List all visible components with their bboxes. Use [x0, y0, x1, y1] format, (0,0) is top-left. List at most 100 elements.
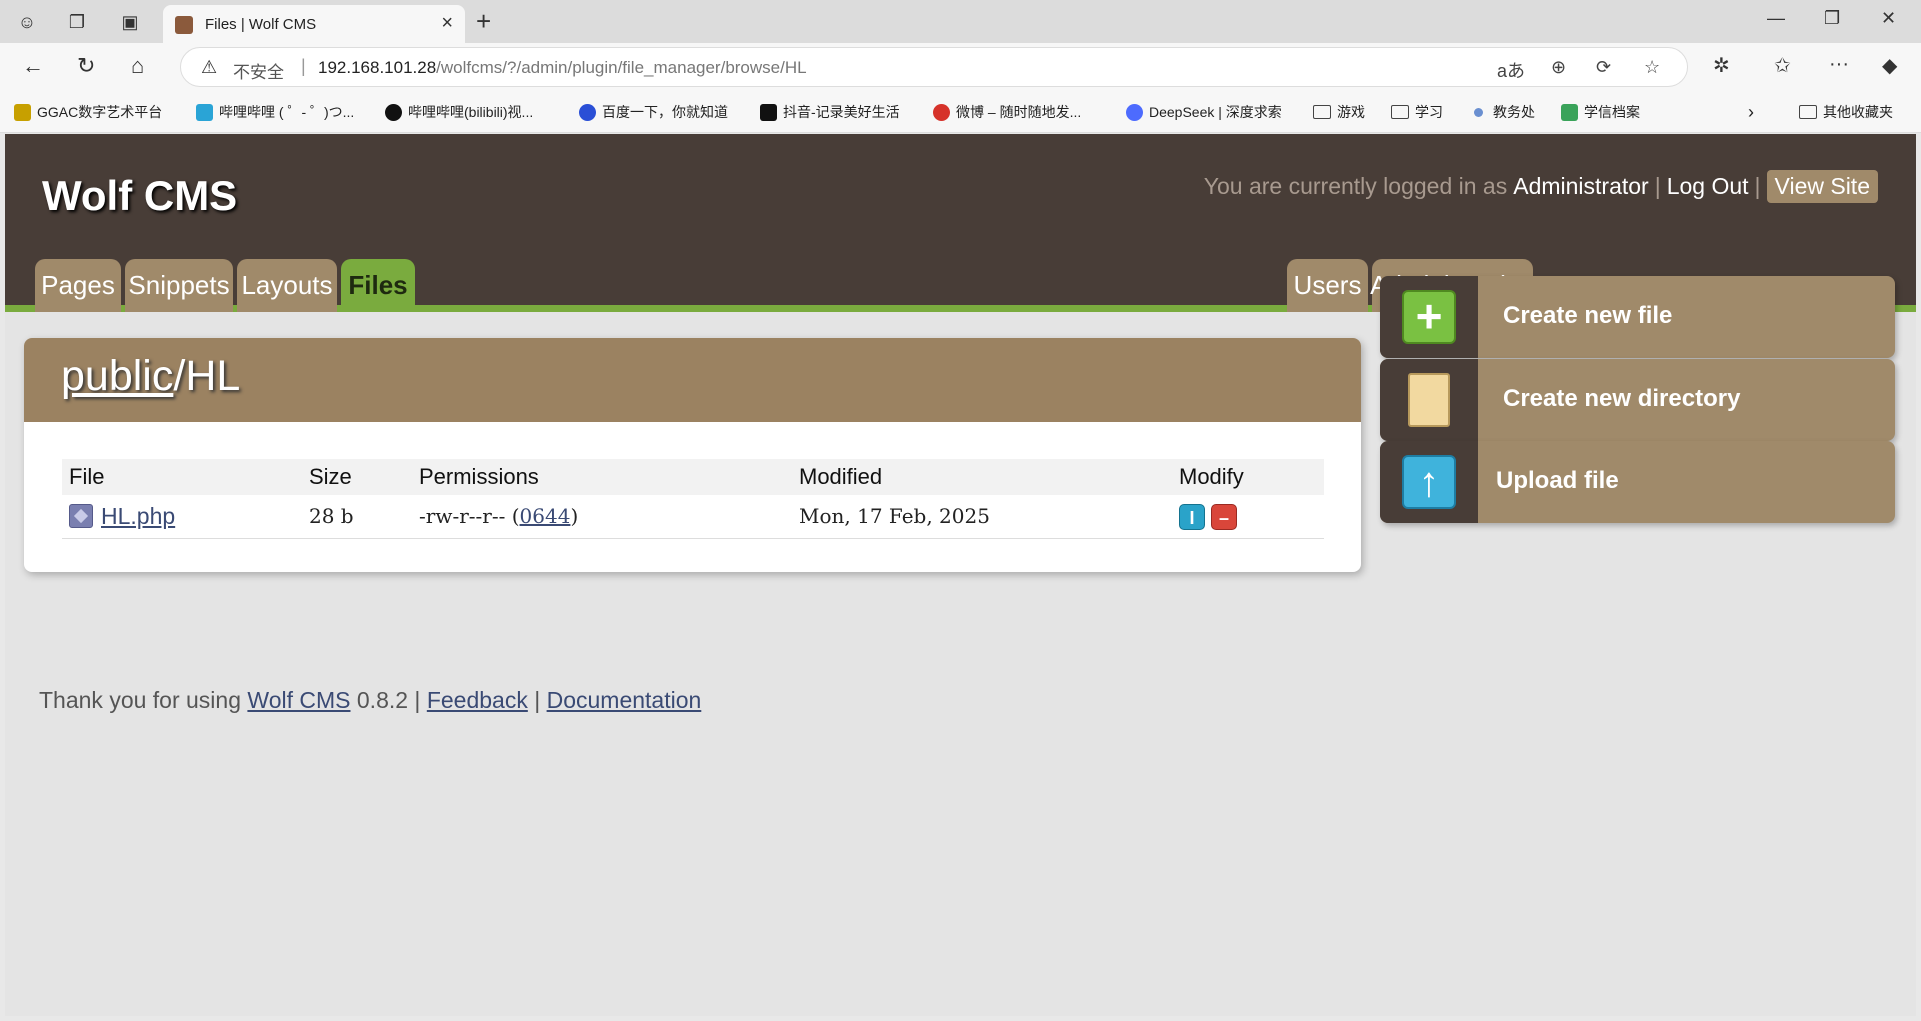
rename-icon[interactable]: I — [1179, 503, 1205, 530]
separator: | — [1654, 173, 1661, 199]
modified-cell: Mon, 17 Feb, 2025 — [792, 495, 1172, 539]
bookmark-item[interactable]: 教务处 — [1470, 102, 1535, 122]
bookmark-label: 学习 — [1415, 104, 1443, 120]
action-icon-box: ↑ — [1380, 441, 1478, 523]
bookmark-item[interactable]: 微博 – 随时随地发... — [933, 102, 1081, 122]
bookmarks-bar: GGAC数字艺术平台 哔哩哔哩 ( ゜- ゜)つ... 哔哩哔哩(bilibil… — [0, 91, 1921, 133]
upload-file-label: Upload file — [1496, 467, 1619, 494]
minimize-icon[interactable]: — — [1767, 8, 1785, 29]
zoom-icon[interactable]: ⊕ — [1551, 57, 1566, 78]
plus-icon: + — [1402, 290, 1456, 344]
tab-close-icon[interactable]: × — [441, 12, 453, 35]
bookmark-label: 其他收藏夹 — [1823, 104, 1893, 120]
bookmark-item[interactable]: 抖音-记录美好生活 — [760, 102, 900, 122]
tab-pages[interactable]: Pages — [35, 259, 121, 312]
perm-paren-open: ( — [505, 504, 520, 529]
favorites-icon[interactable]: ✩ — [1774, 53, 1791, 78]
bookmark-folder[interactable]: 游戏 — [1313, 102, 1365, 122]
bookmarks-overflow-icon[interactable]: › — [1748, 102, 1754, 123]
file-link[interactable]: HL.php — [101, 503, 175, 529]
size-cell: 28 b — [302, 495, 412, 539]
new-tab-button[interactable]: + — [476, 6, 491, 37]
create-directory-button[interactable]: Create new directory — [1380, 359, 1895, 441]
browser-tab-bar: ☺ ❐ ▣ Files | Wolf CMS × + — ❐ ✕ — [0, 0, 1921, 43]
separator: | — [1754, 173, 1761, 199]
wolfcms-link[interactable]: Wolf CMS — [247, 687, 350, 713]
folder-icon — [1391, 105, 1409, 119]
bookmark-item[interactable]: 哔哩哔哩(bilibili)视... — [385, 102, 533, 122]
create-file-button[interactable]: + Create new file — [1380, 276, 1895, 358]
workspaces-icon[interactable]: ❐ — [62, 7, 92, 37]
folder-icon — [1799, 105, 1817, 119]
close-window-icon[interactable]: ✕ — [1881, 8, 1896, 29]
home-icon[interactable]: ⌂ — [131, 53, 144, 79]
folder-icon — [1408, 373, 1450, 427]
login-info: You are currently logged in as Administr… — [1204, 170, 1878, 203]
bookmark-item[interactable]: 哔哩哔哩 ( ゜- ゜)つ... — [196, 102, 354, 122]
security-label[interactable]: 不安全 — [233, 58, 284, 83]
delete-icon[interactable]: – — [1211, 503, 1237, 530]
read-aloud-icon[interactable]: aあ — [1497, 57, 1525, 83]
vertical-tabs-icon[interactable]: ▣ — [115, 7, 145, 37]
bookmark-label: 游戏 — [1337, 104, 1365, 120]
tab-favicon-icon — [175, 16, 193, 34]
perm-paren-close: ) — [570, 504, 579, 529]
bookmark-favicon-icon — [579, 103, 596, 121]
bookmark-item[interactable]: DeepSeek | 深度求索 — [1126, 102, 1282, 122]
bookmark-item[interactable]: 百度一下，你就知道 — [579, 102, 728, 122]
upload-file-button[interactable]: ↑ Upload file — [1380, 441, 1895, 523]
bookmark-label: 百度一下，你就知道 — [602, 104, 728, 120]
create-file-label: Create new file — [1503, 302, 1673, 329]
bookmark-label: 抖音-记录美好生活 — [783, 104, 900, 120]
back-icon[interactable]: ← — [22, 53, 44, 79]
footer-separator: | — [527, 687, 547, 713]
tab-snippets[interactable]: Snippets — [125, 259, 233, 312]
bookmark-label: 哔哩哔哩(bilibili)视... — [408, 104, 534, 120]
bookmark-favicon-icon — [933, 103, 950, 121]
file-browser-panel: public/HL File Size Permissions Modified… — [24, 338, 1361, 572]
breadcrumb-separator: / — [173, 352, 186, 400]
profile-icon[interactable]: ☺ — [12, 7, 42, 37]
bookmark-favicon-icon — [1126, 103, 1143, 121]
bookmark-item[interactable]: 学信档案 — [1561, 102, 1640, 122]
tab-files[interactable]: Files — [341, 259, 415, 312]
reload-icon[interactable]: ↻ — [77, 53, 95, 79]
url-path: /wolfcms/?/admin/plugin/file_manager/bro… — [436, 58, 807, 77]
bookmark-item[interactable]: GGAC数字艺术平台 — [14, 102, 162, 122]
other-bookmarks-folder[interactable]: 其他收藏夹 — [1799, 102, 1893, 122]
breadcrumb-root-link[interactable]: public — [61, 352, 173, 400]
footer-prefix: Thank you for using — [39, 687, 242, 713]
bookmark-favicon-icon — [1561, 103, 1578, 121]
copilot-icon[interactable]: ◆ — [1882, 53, 1897, 78]
more-menu-icon[interactable]: ··· — [1829, 53, 1849, 76]
view-site-button[interactable]: View Site — [1766, 170, 1878, 203]
warning-icon[interactable]: ⚠ — [201, 57, 217, 78]
sync-icon[interactable]: ⟳ — [1596, 57, 1611, 78]
action-icon-box — [1380, 359, 1478, 441]
column-header-modify: Modify — [1172, 459, 1324, 495]
bookmark-label: GGAC数字艺术平台 — [37, 104, 163, 120]
panel-header: public/HL — [24, 338, 1361, 422]
url-text[interactable]: 192.168.101.28/wolfcms/?/admin/plugin/fi… — [318, 58, 807, 78]
extensions-icon[interactable]: ✲ — [1713, 53, 1730, 78]
bookmark-folder[interactable]: 学习 — [1391, 102, 1443, 122]
column-header-modified: Modified — [792, 459, 1172, 495]
tab-title: Files | Wolf CMS — [205, 16, 317, 33]
address-bar[interactable]: ⚠ 不安全 | 192.168.101.28/wolfcms/?/admin/p… — [180, 47, 1688, 87]
feedback-link[interactable]: Feedback — [427, 687, 528, 713]
column-header-file: File — [62, 459, 302, 495]
favorite-star-icon[interactable]: ☆ — [1644, 57, 1660, 78]
browser-tab-active[interactable]: Files | Wolf CMS × — [163, 5, 465, 43]
permissions-cell: -rw-r--r-- (0644) — [412, 495, 792, 539]
url-host: 192.168.101.28 — [318, 58, 437, 77]
bookmark-label: 教务处 — [1493, 104, 1535, 120]
documentation-link[interactable]: Documentation — [547, 687, 702, 713]
tab-users[interactable]: Users — [1287, 259, 1368, 312]
tab-layouts[interactable]: Layouts — [237, 259, 337, 312]
table-row: HL.php 28 b -rw-r--r-- (0644) Mon, 17 Fe… — [62, 495, 1324, 539]
restore-icon[interactable]: ❐ — [1824, 8, 1840, 29]
chmod-link[interactable]: 0644 — [520, 504, 571, 528]
permissions-string: -rw-r--r-- — [419, 504, 506, 529]
logout-link[interactable]: Log Out — [1667, 173, 1749, 200]
address-toolbar: ← ↻ ⌂ ⚠ 不安全 | 192.168.101.28/wolfcms/?/a… — [0, 43, 1921, 91]
